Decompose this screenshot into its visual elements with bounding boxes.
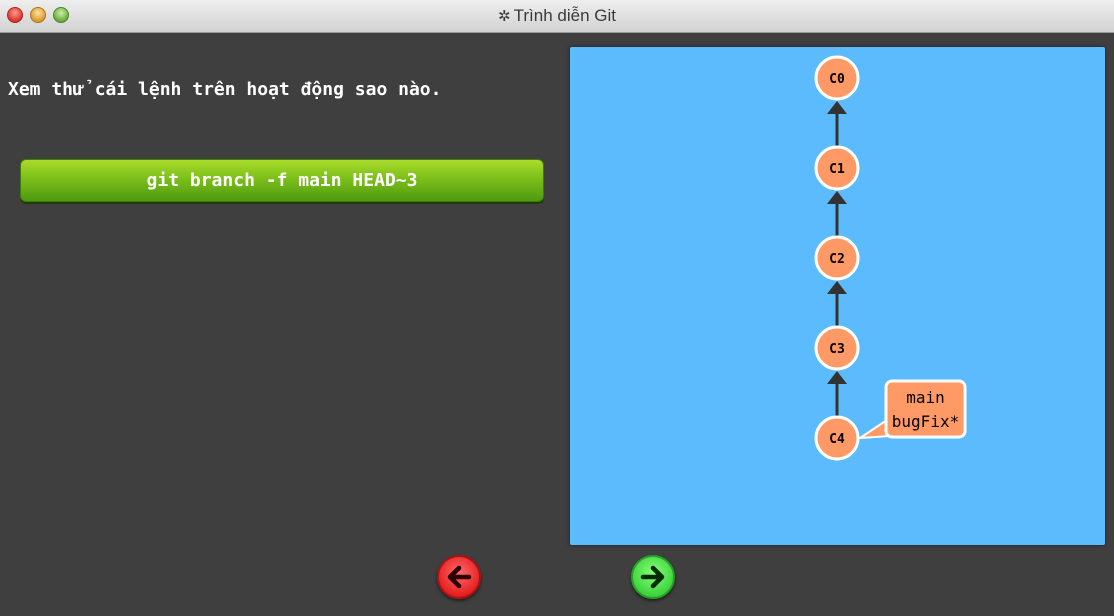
arrow-right-icon bbox=[640, 565, 665, 589]
commit-label: C4 bbox=[829, 432, 845, 447]
commit-node-C4[interactable]: C4 bbox=[814, 415, 860, 461]
arrow-left-icon bbox=[447, 565, 472, 589]
commit-edge-C3-C2 bbox=[827, 281, 847, 327]
commit-node-C3[interactable]: C3 bbox=[814, 325, 860, 371]
commit-tree: C0 C1 C2 C3 C4 main bugFix* bbox=[814, 55, 967, 461]
commit-label: C2 bbox=[829, 252, 845, 267]
commit-edge-C2-C1 bbox=[827, 191, 847, 237]
commit-node-C0[interactable]: C0 bbox=[814, 55, 860, 101]
window-title: ✲ Trình diễn Git bbox=[0, 0, 1114, 33]
run-command-button[interactable]: git branch -f main HEAD~3 bbox=[20, 159, 544, 202]
commit-label: C0 bbox=[829, 72, 845, 87]
git-visualization-panel: C0 C1 C2 C3 C4 main bugFix* bbox=[570, 47, 1105, 545]
back-button[interactable] bbox=[437, 555, 481, 599]
commit-label: C1 bbox=[829, 162, 845, 177]
commit-label: C3 bbox=[829, 342, 845, 357]
branch-label-main: main bbox=[906, 388, 945, 407]
window-title-text: Trình diễn Git bbox=[513, 6, 616, 25]
window-titlebar: ✲ Trình diễn Git bbox=[0, 0, 1114, 33]
gear-icon: ✲ bbox=[498, 8, 511, 25]
commit-edge-C4-C3 bbox=[827, 371, 847, 417]
instruction-text: Xem thử cái lệnh trên hoạt động sao nào. bbox=[8, 79, 442, 100]
commit-edge-C1-C0 bbox=[827, 101, 847, 147]
next-button[interactable] bbox=[631, 555, 675, 599]
branch-label-bugfix: bugFix* bbox=[892, 412, 959, 431]
commit-node-C2[interactable]: C2 bbox=[814, 235, 860, 281]
branch-tag[interactable]: main bugFix* bbox=[856, 379, 967, 440]
commit-node-C1[interactable]: C1 bbox=[814, 145, 860, 191]
